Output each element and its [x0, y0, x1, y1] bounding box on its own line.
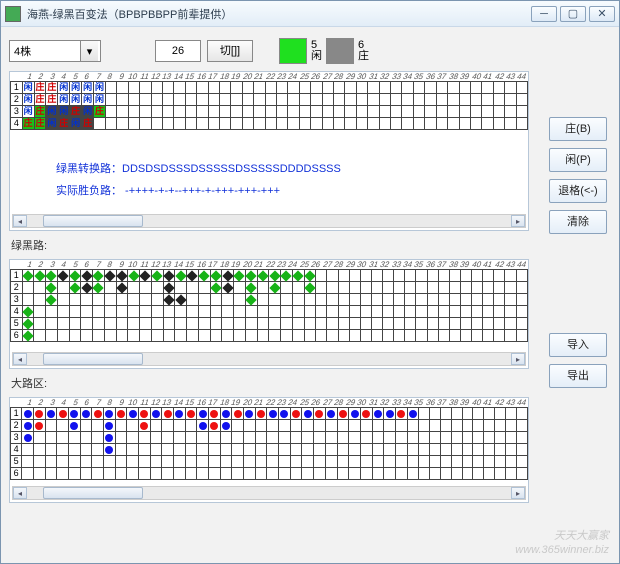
swatch-green[interactable] — [279, 38, 307, 64]
scroll-thumb[interactable] — [43, 215, 143, 227]
back-button[interactable]: 退格(<-) — [549, 179, 607, 203]
count-display: 26 — [155, 40, 201, 62]
titlebar[interactable]: 海燕-绿黑百变法（BPBPBBPP前辈提供） ─ ▢ ✕ — [1, 1, 619, 27]
scrollbar-2[interactable]: ◂▸ — [12, 352, 526, 366]
app-window: 海燕-绿黑百变法（BPBPBBPP前辈提供） ─ ▢ ✕ ▾ 26 切[]] 5… — [0, 0, 620, 564]
maximize-button[interactable]: ▢ — [560, 6, 586, 22]
panel-dalu: 1234567891011121314151617181920212223242… — [9, 397, 529, 503]
scrollbar-3[interactable]: ◂▸ — [12, 486, 526, 500]
chevron-down-icon[interactable]: ▾ — [80, 41, 98, 61]
watermark: 天天大赢家www.365winner.biz — [515, 529, 609, 557]
panel-main-grid: 1234567891011121314151617181920212223242… — [9, 71, 529, 231]
minimize-button[interactable]: ─ — [531, 6, 557, 22]
side-buttons-top: 庄(B) 闲(P) 退格(<-) 清除 — [549, 117, 607, 234]
combo-select[interactable]: ▾ — [9, 40, 101, 62]
section-label-lvhei: 绿黑路: — [11, 237, 529, 253]
content-area: ▾ 26 切[]] 5闲 6庄 123456789101112131415161… — [1, 27, 619, 563]
app-icon — [5, 6, 21, 22]
scrollbar-1[interactable]: ◂▸ — [12, 214, 526, 228]
dalu-grid: 123456 — [10, 407, 528, 480]
analysis-text: 绿黑转换路：DDSDSDSSSDSSSSSDSSSSSDDDDSSSS 实际胜负… — [56, 158, 341, 202]
export-button[interactable]: 导出 — [549, 364, 607, 388]
lvhei-grid: 123456 — [10, 269, 528, 342]
section-label-dalu: 大路区: — [11, 375, 529, 391]
toolbar: ▾ 26 切[]] 5闲 6庄 — [9, 37, 529, 65]
xian-button[interactable]: 闲(P) — [549, 148, 607, 172]
cut-button[interactable]: 切[]] — [207, 40, 253, 62]
swatch-gray[interactable] — [326, 38, 354, 64]
side-buttons-bottom: 导入 导出 — [549, 333, 607, 388]
import-button[interactable]: 导入 — [549, 333, 607, 357]
window-title: 海燕-绿黑百变法（BPBPBBPP前辈提供） — [27, 6, 531, 22]
close-button[interactable]: ✕ — [589, 6, 615, 22]
zhuang-button[interactable]: 庄(B) — [549, 117, 607, 141]
panel-lvhei: 1234567891011121314151617181920212223242… — [9, 259, 529, 369]
combo-input[interactable] — [10, 41, 80, 61]
main-grid: 1闲庄庄闲闲闲闲2闲庄庄闲闲闲闲3闲庄闲闲庄闲庄4庄庄闲庄闲庄 — [10, 81, 528, 130]
clear-button[interactable]: 清除 — [549, 210, 607, 234]
